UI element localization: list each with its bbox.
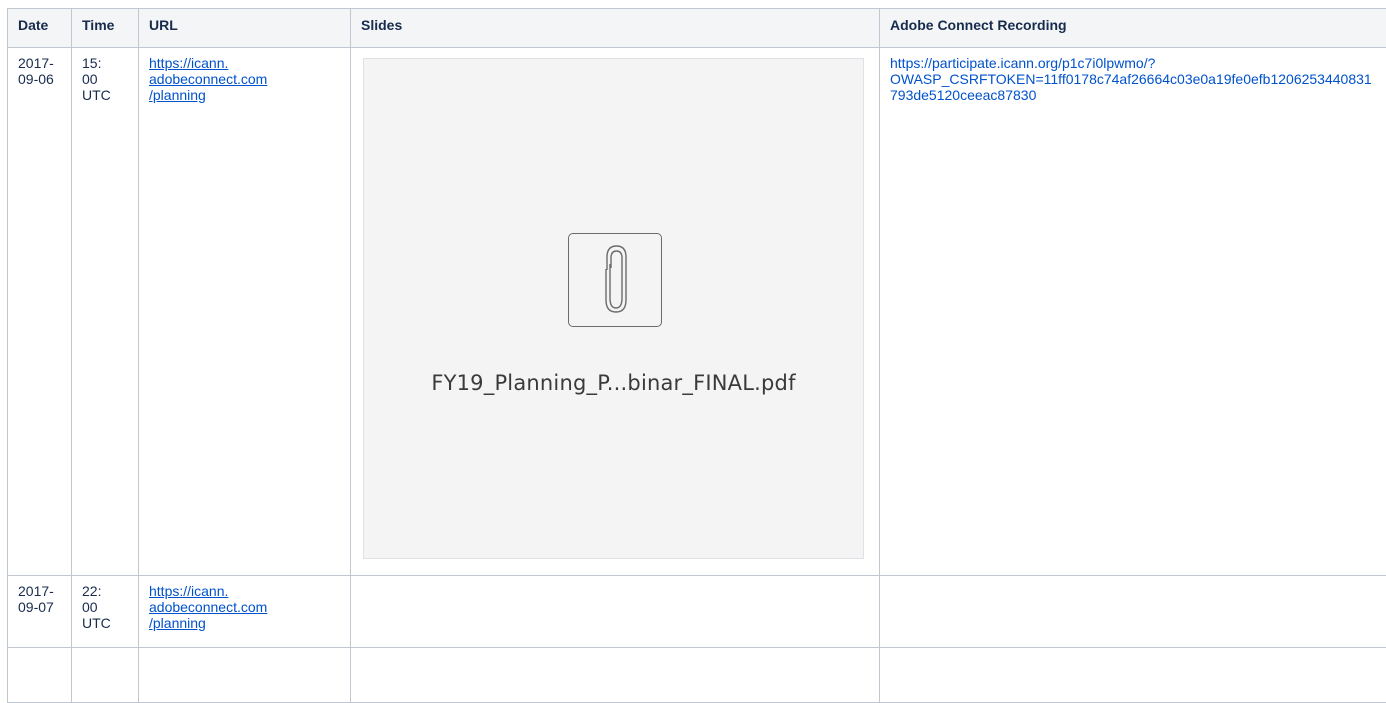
table-header-row: Date Time URL Slides Adobe Connect Recor… [8, 9, 1386, 48]
date-cell: 2017-09-07 [8, 576, 72, 648]
date-cell: 2017-09-06 [8, 48, 72, 576]
table-row [8, 648, 1386, 703]
slides-cell: FY19_Planning_P...binar_FINAL.pdf [351, 48, 880, 576]
table-row: 2017-09-07 22:00UTC https://icann.adobec… [8, 576, 1386, 648]
slides-cell [351, 648, 880, 703]
attachment-filename: FY19_Planning_P...binar_FINAL.pdf [364, 375, 863, 391]
time-cell: 22:00UTC [72, 576, 139, 648]
adobe-connect-link[interactable]: https://icann.adobeconnect.com/planning [149, 55, 267, 103]
header-time: Time [72, 9, 139, 48]
slides-cell [351, 576, 880, 648]
time-cell: 15:00UTC [72, 48, 139, 576]
adobe-connect-link[interactable]: https://icann.adobeconnect.com/planning [149, 583, 267, 631]
date-cell [8, 648, 72, 703]
paperclip-icon [568, 233, 662, 327]
recording-link[interactable]: https://participate.icann.org/p1c7i0lpwm… [890, 55, 1372, 103]
attachment-preview[interactable]: FY19_Planning_P...binar_FINAL.pdf [363, 58, 864, 559]
time-cell [72, 648, 139, 703]
header-url: URL [139, 9, 351, 48]
url-cell: https://icann.adobeconnect.com/planning [139, 48, 351, 576]
header-date: Date [8, 9, 72, 48]
header-recording: Adobe Connect Recording [880, 9, 1386, 48]
meetings-table: Date Time URL Slides Adobe Connect Recor… [7, 8, 1386, 703]
header-slides: Slides [351, 9, 880, 48]
recording-cell: https://participate.icann.org/p1c7i0lpwm… [880, 48, 1386, 576]
table-row: 2017-09-06 15:00UTC https://icann.adobec… [8, 48, 1386, 576]
url-cell [139, 648, 351, 703]
url-cell: https://icann.adobeconnect.com/planning [139, 576, 351, 648]
recording-cell [880, 576, 1386, 648]
recording-cell [880, 648, 1386, 703]
